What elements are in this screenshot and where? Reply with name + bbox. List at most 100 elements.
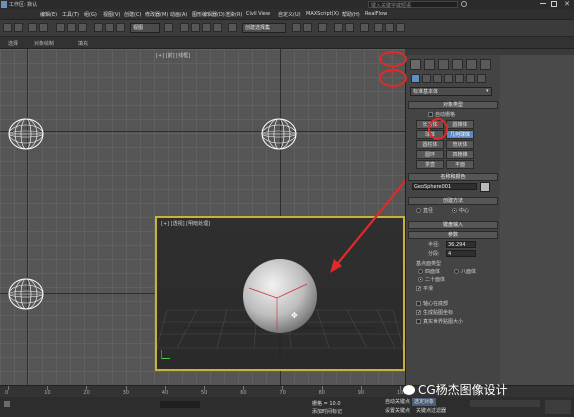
minimize-icon[interactable] [540,3,546,4]
search-icon[interactable] [461,1,467,7]
pivot-icon[interactable] [164,23,173,32]
menu-graph-editors[interactable]: 图形编辑器(D) [192,11,225,18]
display-tab-icon[interactable] [466,59,477,70]
object-button-geosphere[interactable]: 几何球体 [446,130,474,139]
angle-snap-icon[interactable] [191,23,200,32]
object-type-header[interactable]: 对象类型 [408,101,498,109]
menu-realflow[interactable]: RealFlow [365,11,387,17]
radius-field[interactable]: 36.294 [446,241,476,248]
material-editor-icon[interactable] [360,23,369,32]
object-name-field[interactable]: GeoSphere001 [412,183,477,190]
menu-group[interactable]: 组(G) [84,11,97,18]
scale-icon[interactable] [116,23,125,32]
lock-icon[interactable] [4,401,10,407]
category-dropdown[interactable]: 标准基本体 [410,87,492,96]
ribbon-tab-object-paint[interactable]: 对象绘制 [34,40,54,47]
select-icon[interactable] [56,23,65,32]
object-button-cylinder[interactable]: 圆柱体 [416,140,444,149]
panel-scroll-area[interactable] [500,55,574,385]
shapes-subtab-icon[interactable] [422,74,431,83]
creation-center-radio[interactable] [452,208,457,213]
object-color-swatch[interactable] [480,182,490,192]
menu-customize[interactable]: 自定义(U) [278,11,301,18]
spacewarps-subtab-icon[interactable] [466,74,475,83]
segments-field[interactable]: 4 [446,250,476,257]
layer-manager-icon[interactable] [318,23,327,32]
select-region-icon[interactable] [78,23,87,32]
object-button-tube[interactable]: 管状体 [446,140,474,149]
align-icon[interactable] [303,23,312,32]
menu-rendering[interactable]: 渲染(R) [225,11,242,18]
spinner-snap-icon[interactable] [213,23,222,32]
motion-tab-icon[interactable] [452,59,463,70]
geometry-subtab-icon[interactable] [411,74,420,83]
workspace-label[interactable]: 工作区: 默认 [9,1,37,8]
menu-modifiers[interactable]: 修改器(M) [145,11,168,18]
creation-diameter-radio[interactable] [416,208,421,213]
reference-coord-combo[interactable]: 视图 [130,23,160,33]
add-time-tag-button[interactable]: 添加时间标记 [310,408,344,416]
geosphere-wireframe[interactable] [8,278,44,310]
icosa-radio[interactable] [418,277,423,282]
modify-tab-icon[interactable] [424,59,435,70]
systems-subtab-icon[interactable] [477,74,486,83]
object-button-plane[interactable]: 平面 [446,160,474,169]
name-color-header[interactable]: 名称和颜色 [408,173,498,181]
menu-civil-view[interactable]: Civil View [246,11,270,17]
menu-help[interactable]: 帮助(H) [342,11,360,18]
keyboard-entry-header[interactable]: 键盘输入 [408,221,498,229]
snap-icon[interactable] [180,23,189,32]
key-filters-button[interactable]: 关键点过滤器 [414,407,448,415]
mirror-icon[interactable] [292,23,301,32]
named-selection-combo[interactable]: 创建选择集 [242,23,286,33]
curve-editor-icon[interactable] [334,23,343,32]
set-key-button[interactable]: 设置关键点 [383,407,412,415]
unlink-icon[interactable] [39,23,48,32]
rotate-icon[interactable] [105,23,114,32]
chevron-down-icon[interactable]: ▾ [486,88,489,94]
maximize-icon[interactable] [551,1,557,7]
render-setup-icon[interactable] [374,23,383,32]
selected-object-dropdown[interactable]: 选定对象 [412,398,437,406]
utilities-tab-icon[interactable] [480,59,491,70]
view-nav-controls[interactable] [545,400,571,414]
percent-snap-icon[interactable] [202,23,211,32]
link-icon[interactable] [28,23,37,32]
auto-key-button[interactable]: 自动关键点 [383,398,412,406]
menu-views[interactable]: 视图(V) [103,11,120,18]
geosphere-wireframe[interactable] [8,118,44,150]
object-button-teapot[interactable]: 茶壶 [416,160,444,169]
tetra-radio[interactable] [418,269,423,274]
parameters-header[interactable]: 参数 [408,231,498,239]
close-icon[interactable]: ✕ [562,0,572,8]
creation-method-header[interactable]: 创建方法 [408,197,498,205]
octa-radio[interactable] [454,269,459,274]
edit-named-sets-icon[interactable] [228,23,237,32]
menu-tools[interactable]: 工具(T) [62,11,79,18]
object-button-pyramid[interactable]: 四棱锥 [446,150,474,159]
gen-mapping-checkbox[interactable]: ✓ [416,310,421,316]
smooth-checkbox[interactable]: ✓ [416,286,421,292]
viewport-label[interactable]: [+] [前] [线框] [156,52,190,59]
base-pivot-checkbox[interactable] [416,301,421,306]
menu-edit[interactable]: 编辑(E) [40,11,57,18]
select-by-name-icon[interactable] [67,23,76,32]
move-icon[interactable] [94,23,103,32]
ribbon-tab-select[interactable]: 选择 [8,40,18,47]
hierarchy-tab-icon[interactable] [438,59,449,70]
schematic-view-icon[interactable] [345,23,354,32]
render-frame-icon[interactable] [385,23,394,32]
playback-controls[interactable] [470,400,540,407]
helpers-subtab-icon[interactable] [455,74,464,83]
autogrid-checkbox[interactable] [428,112,433,117]
geosphere-wireframe[interactable] [261,118,297,150]
lights-subtab-icon[interactable] [433,74,442,83]
ribbon-tab-populate[interactable]: 填充 [78,40,88,47]
undo-icon[interactable] [3,23,12,32]
object-button-torus[interactable]: 圆环 [416,150,444,159]
menu-create[interactable]: 创建(C) [124,11,141,18]
render-icon[interactable] [396,23,405,32]
object-button-cone[interactable]: 圆锥体 [446,120,474,129]
menu-maxscript[interactable]: MAXScript(X) [306,11,339,17]
redo-icon[interactable] [14,23,23,32]
